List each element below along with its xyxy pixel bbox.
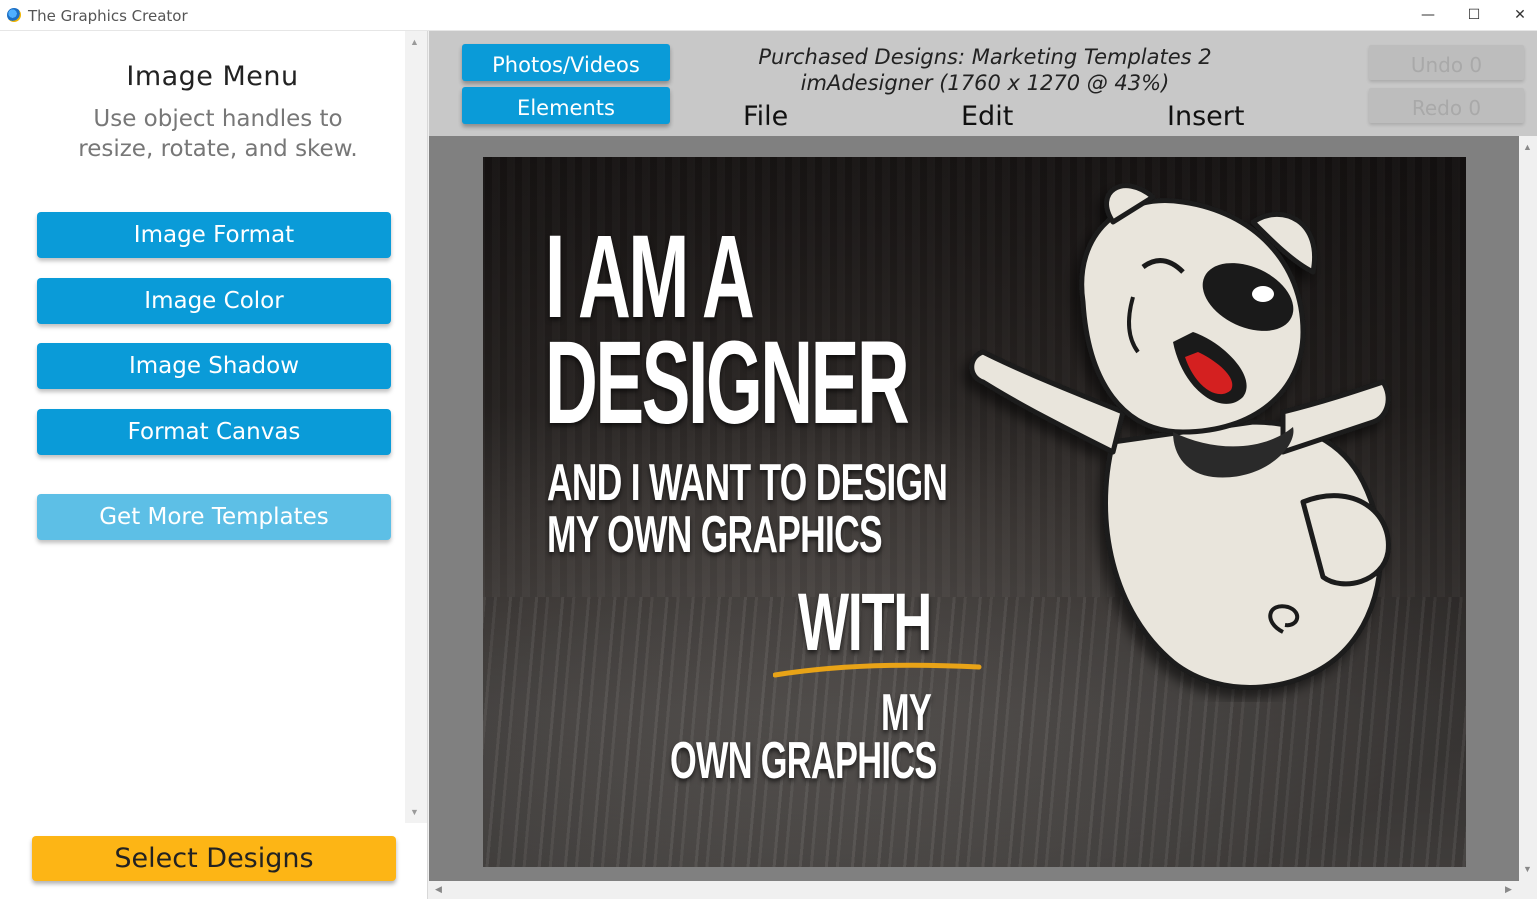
scroll-up-icon[interactable]: ▲ <box>410 37 419 47</box>
maximize-button[interactable]: ☐ <box>1451 0 1497 31</box>
headline-i-am-a[interactable]: I AM A <box>545 218 755 336</box>
canvas-scroll-left-icon[interactable]: ◀ <box>435 884 442 895</box>
get-more-templates-button[interactable]: Get More Templates <box>37 494 391 540</box>
image-menu-hint: Use object handles to resize, rotate, an… <box>78 106 358 162</box>
image-format-button[interactable]: Image Format <box>37 212 391 258</box>
minimize-button[interactable]: — <box>1405 0 1451 31</box>
image-menu-title: Image Menu <box>126 61 299 92</box>
headline-designer[interactable]: DESIGNER <box>545 324 910 442</box>
select-designs-button[interactable]: Select Designs <box>32 836 396 881</box>
subhead-my-own-graphics[interactable]: MY OWN GRAPHICS <box>547 509 883 561</box>
text-own-graphics[interactable]: OWN GRAPHICS <box>670 735 937 787</box>
document-title-line2: imAdesigner (1760 x 1270 @ 43%) <box>800 71 1170 95</box>
format-canvas-button[interactable]: Format Canvas <box>37 409 391 455</box>
menu-file[interactable]: File <box>743 101 788 132</box>
canvas-scroll-down-icon[interactable]: ▼ <box>1523 864 1532 874</box>
top-toolbar: Photos/Videos Elements Purchased Designs… <box>429 31 1537 136</box>
elements-button[interactable]: Elements <box>462 87 670 124</box>
image-color-button[interactable]: Image Color <box>37 278 391 324</box>
canvas-vertical-scrollbar[interactable]: ▲ ▼ <box>1519 136 1537 881</box>
design-canvas[interactable]: I AM A DESIGNER AND I WANT TO DESIGN MY … <box>483 157 1466 867</box>
image-shadow-button[interactable]: Image Shadow <box>37 343 391 389</box>
canvas-scroll-right-icon[interactable]: ▶ <box>1505 884 1512 895</box>
image-menu-panel: Image Menu Use object handles to resize,… <box>0 31 428 899</box>
subhead-want-to-design[interactable]: AND I WANT TO DESIGN <box>547 457 948 509</box>
menu-insert[interactable]: Insert <box>1167 101 1244 132</box>
canvas-horizontal-scrollbar[interactable]: ◀ ▶ <box>429 881 1519 899</box>
title-bar: The Graphics Creator — ☐ ✕ <box>0 0 1537 31</box>
pug-illustration[interactable] <box>923 182 1423 702</box>
redo-button[interactable]: Redo 0 <box>1369 88 1524 123</box>
close-button[interactable]: ✕ <box>1497 0 1537 31</box>
menu-edit[interactable]: Edit <box>961 101 1013 132</box>
headline-with[interactable]: WITH <box>798 582 932 664</box>
left-panel-scrollbar[interactable]: ▲ ▼ <box>405 31 427 823</box>
document-title-line1: Purchased Designs: Marketing Templates 2 <box>758 45 1212 69</box>
photos-videos-button[interactable]: Photos/Videos <box>462 44 670 81</box>
app-logo-icon <box>7 8 21 22</box>
scroll-down-icon[interactable]: ▼ <box>410 807 419 817</box>
undo-button[interactable]: Undo 0 <box>1369 45 1524 80</box>
window-title: The Graphics Creator <box>28 7 188 25</box>
document-title: Purchased Designs: Marketing Templates 2… <box>729 44 1241 96</box>
canvas-scroll-up-icon[interactable]: ▲ <box>1523 142 1532 152</box>
